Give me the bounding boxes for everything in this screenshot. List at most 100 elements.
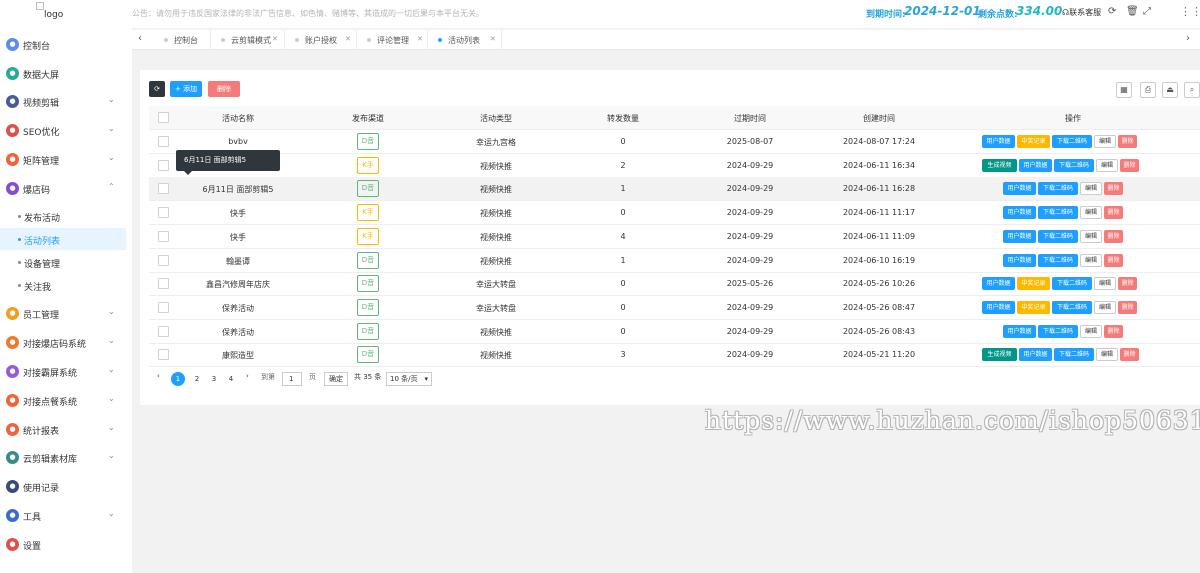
user-data-button[interactable]: 用户数据 [1003,206,1036,220]
prize-record-button[interactable]: 中奖记录 [1017,135,1050,148]
edit-button[interactable]: 编辑 [1080,182,1102,196]
edit-button[interactable]: 编辑 [1094,277,1116,291]
edit-button[interactable]: 编辑 [1080,253,1102,267]
sidebar-item-14[interactable]: ● 设置 [0,530,132,558]
edit-button[interactable]: 编辑 [1080,206,1102,220]
page-prev-icon[interactable]: ‹ [157,372,160,380]
delete-row-button[interactable]: 删除 [1118,277,1137,291]
add-button[interactable]: + 添加 [170,81,202,97]
row-checkbox[interactable] [158,301,169,313]
confirm-button[interactable]: 确定 [324,372,348,386]
tab-prev-icon[interactable]: ‹ [138,33,142,44]
tab-account-auth[interactable]: 账户授权 ✕ [285,30,357,50]
row-checkbox[interactable] [158,278,169,290]
print-icon[interactable]: ⎙ [1140,82,1156,98]
export-icon[interactable]: ⏏ [1162,82,1178,98]
delete-row-button[interactable]: 删除 [1104,324,1123,338]
edit-button[interactable]: 编辑 [1094,300,1116,314]
page-input[interactable]: 1 [282,372,302,386]
tab-activity-list[interactable]: 活动列表 ✕ [428,30,502,50]
page-size-select[interactable]: 10 条/页 ▾ [386,372,432,386]
download-qr-button[interactable]: 下载二维码 [1052,135,1092,148]
edit-button[interactable]: 编辑 [1080,324,1102,338]
sidebar-subitem-0[interactable]: 发布活动 [0,205,126,227]
edit-button[interactable]: 编辑 [1096,158,1118,172]
sidebar-subitem-1[interactable]: 活动列表 [0,228,126,250]
user-data-button[interactable]: 用户数据 [1003,229,1036,243]
refresh-button[interactable]: ⟳ [149,81,165,97]
sidebar-item-11[interactable]: ● 云剪辑素材库 ⌄ [0,443,132,471]
edit-button[interactable]: 编辑 [1094,135,1116,148]
user-data-button[interactable]: 用户数据 [982,300,1015,314]
sidebar-item-1[interactable]: ● 数据大屏 [0,59,132,87]
delete-row-button[interactable]: 删除 [1120,348,1139,362]
columns-icon[interactable]: ▦ [1116,82,1132,98]
sidebar-item-12[interactable]: ● 使用记录 [0,472,132,500]
sidebar-subitem-2[interactable]: 设备管理 [0,251,126,273]
page-4[interactable]: 4 [224,372,238,386]
page-next-icon[interactable]: › [246,372,249,380]
user-data-button[interactable]: 用户数据 [1019,348,1052,362]
tab-dashboard[interactable]: 控制台 [154,30,211,50]
sidebar-item-0[interactable]: ● 控制台 [0,30,132,58]
sidebar-item-8[interactable]: ● 对接霸屏系统 ⌄ [0,357,132,385]
row-checkbox[interactable] [158,159,169,171]
edit-button[interactable]: 编辑 [1096,348,1118,362]
row-checkbox[interactable] [158,230,169,242]
download-qr-button[interactable]: 下载二维码 [1038,229,1078,243]
tab-next-icon[interactable]: › [1186,33,1190,44]
row-checkbox[interactable] [158,136,169,147]
download-qr-button[interactable]: 下载二维码 [1038,253,1078,267]
generate-video-button[interactable]: 生成视频 [982,158,1017,172]
select-all-checkbox[interactable] [158,112,169,123]
sidebar-item-4[interactable]: ● 矩阵管理 ⌄ [0,145,132,173]
sidebar-item-2[interactable]: ● 视频剪辑 ⌄ [0,87,132,115]
sidebar-item-13[interactable]: ● 工具 ⌄ [0,501,132,529]
row-checkbox[interactable] [158,183,169,195]
sidebar-subitem-3[interactable]: 关注我 [0,274,126,296]
user-data-button[interactable]: 用户数据 [1003,182,1036,196]
logo[interactable]: logo [36,2,86,22]
refresh-icon[interactable]: ⟳ [1108,6,1116,17]
tab-close-icon[interactable]: ✕ [417,35,423,43]
download-qr-button[interactable]: 下载二维码 [1038,206,1078,220]
sidebar-item-7[interactable]: ● 对接爆店码系统 ⌄ [0,328,132,356]
delete-row-button[interactable]: 删除 [1118,300,1137,314]
contact-service-link[interactable]: ☊联系客服 [1062,7,1101,18]
download-qr-button[interactable]: 下载二维码 [1054,158,1094,172]
search-icon[interactable]: ⌕ [1184,82,1200,98]
tab-close-icon[interactable]: ✕ [345,35,351,43]
tab-cloud-edit[interactable]: 云剪辑模式 ✕ [211,30,285,50]
download-qr-button[interactable]: 下载二维码 [1038,182,1078,196]
page-2[interactable]: 2 [190,372,204,386]
user-data-button[interactable]: 用户数据 [1003,324,1036,338]
row-checkbox[interactable] [158,207,169,219]
sidebar-item-3[interactable]: ● SEO优化 ⌄ [0,116,132,144]
tab-comments[interactable]: 评论管理 ✕ [357,30,428,50]
edit-button[interactable]: 编辑 [1080,229,1102,243]
prize-record-button[interactable]: 中奖记录 [1017,277,1050,291]
row-checkbox[interactable] [158,325,169,337]
delete-row-button[interactable]: 删除 [1104,206,1123,220]
page-3[interactable]: 3 [207,372,221,386]
page-1[interactable]: 1 [171,372,185,386]
row-checkbox[interactable] [158,254,169,266]
user-data-button[interactable]: 用户数据 [982,277,1015,291]
user-menu-icon[interactable]: ⋮⋮ [1180,5,1200,18]
generate-video-button[interactable]: 生成视频 [982,348,1017,362]
download-qr-button[interactable]: 下载二维码 [1052,300,1092,314]
user-data-button[interactable]: 用户数据 [1003,253,1036,267]
sidebar-item-9[interactable]: ● 对接点餐系统 ⌄ [0,386,132,414]
user-data-button[interactable]: 用户数据 [1019,158,1052,172]
delete-row-button[interactable]: 删除 [1104,253,1123,267]
sidebar-item-6[interactable]: ● 员工管理 ⌄ [0,299,132,327]
row-checkbox[interactable] [158,349,169,361]
tab-close-icon[interactable]: ✕ [272,35,278,43]
sidebar-item-5[interactable]: ● 爆店码 ⌃ [0,174,132,202]
delete-button[interactable]: 删除 [208,81,240,97]
delete-row-button[interactable]: 删除 [1104,229,1123,243]
delete-row-button[interactable]: 删除 [1118,135,1137,148]
download-qr-button[interactable]: 下载二维码 [1052,277,1092,291]
tab-close-icon[interactable]: ✕ [490,35,496,43]
delete-row-button[interactable]: 删除 [1104,182,1123,196]
